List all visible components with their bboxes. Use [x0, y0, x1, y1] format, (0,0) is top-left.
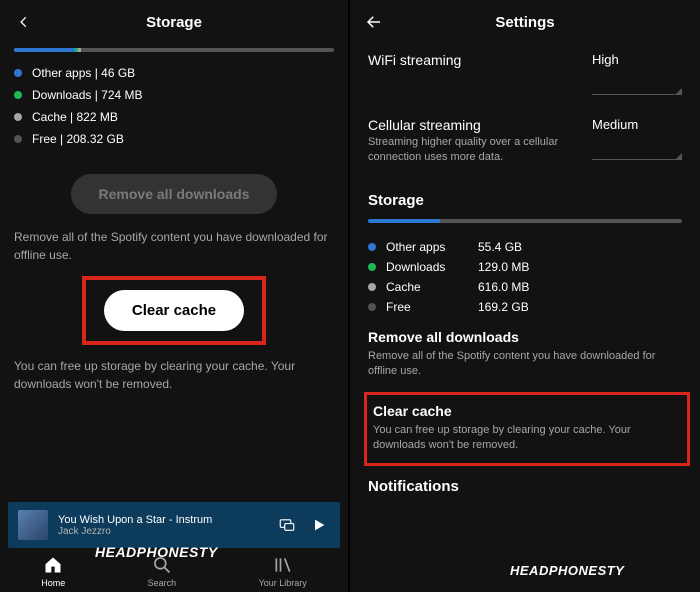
- storage-section-title: Storage: [350, 180, 700, 219]
- home-icon: [42, 554, 64, 576]
- back-button[interactable]: [364, 12, 384, 32]
- storage-bar: [350, 219, 700, 223]
- remove-downloads-row[interactable]: Remove all downloads Remove all of the S…: [350, 317, 700, 388]
- dot-icon: [14, 113, 22, 121]
- now-playing-bar[interactable]: You Wish Upon a Star - Instrum Jack Jezz…: [8, 502, 340, 548]
- legend-free: Free | 208.32 GB: [14, 132, 334, 146]
- now-playing-artist: Jack Jezzro: [58, 526, 266, 537]
- dropdown-icon: [592, 150, 682, 160]
- nav-home[interactable]: Home: [41, 554, 65, 588]
- storage-value: 616.0 MB: [478, 280, 529, 294]
- cast-icon[interactable]: [276, 514, 298, 536]
- dropdown-icon: [592, 85, 682, 95]
- legend-label: Downloads | 724 MB: [32, 88, 143, 102]
- storage-value: 129.0 MB: [478, 260, 529, 274]
- storage-value: 55.4 GB: [478, 240, 522, 254]
- clear-cache-highlight: Clear cache You can free up storage by c…: [364, 392, 690, 467]
- setting-value: Medium: [592, 117, 638, 132]
- legend-label: Free | 208.32 GB: [32, 132, 124, 146]
- legend-downloads: Downloads | 724 MB: [14, 88, 334, 102]
- remove-downloads-desc: Remove all of the Spotify content you ha…: [0, 222, 348, 270]
- notifications-section-title: Notifications: [350, 472, 700, 505]
- dot-icon: [368, 243, 376, 251]
- legend-other-apps: Other apps | 46 GB: [14, 66, 334, 80]
- remove-downloads-button[interactable]: Remove all downloads: [71, 174, 278, 214]
- nav-library[interactable]: Your Library: [259, 554, 307, 588]
- nav-label: Your Library: [259, 578, 307, 588]
- now-playing-title: You Wish Upon a Star - Instrum: [58, 514, 266, 526]
- storage-free: Free 169.2 GB: [350, 297, 700, 317]
- album-art: [18, 510, 48, 540]
- dot-icon: [368, 263, 376, 271]
- dot-icon: [368, 283, 376, 291]
- play-icon[interactable]: [308, 514, 330, 536]
- dot-icon: [368, 303, 376, 311]
- storage-other-apps: Other apps 55.4 GB: [350, 237, 700, 257]
- clear-cache-button[interactable]: Clear cache: [104, 290, 244, 331]
- watermark: HEADPHONESTY: [510, 563, 624, 578]
- row-sub: You can free up storage by clearing your…: [373, 423, 681, 454]
- row-sub: Remove all of the Spotify content you ha…: [368, 349, 682, 380]
- back-button[interactable]: [14, 12, 34, 32]
- watermark: HEADPHONESTY: [95, 544, 218, 560]
- legend-label: Other apps | 46 GB: [32, 66, 135, 80]
- storage-label-text: Cache: [386, 280, 421, 294]
- page-title: Storage: [0, 14, 348, 31]
- storage-label-text: Free: [386, 300, 411, 314]
- setting-value: High: [592, 52, 619, 67]
- wifi-streaming-row[interactable]: WiFi streaming High: [350, 44, 700, 109]
- clear-cache-desc: You can free up storage by clearing your…: [0, 351, 348, 399]
- legend-cache: Cache | 822 MB: [14, 110, 334, 124]
- setting-sub: Streaming higher quality over a cellular…: [368, 135, 580, 166]
- storage-cache: Cache 616.0 MB: [350, 277, 700, 297]
- clear-cache-highlight: Clear cache: [82, 276, 266, 345]
- clear-cache-row[interactable]: Clear cache You can free up storage by c…: [373, 403, 681, 454]
- row-label: Remove all downloads: [368, 329, 682, 345]
- row-label: Clear cache: [373, 403, 681, 419]
- dot-icon: [14, 69, 22, 77]
- storage-label-text: Other apps: [386, 240, 445, 254]
- nav-label: Home: [41, 578, 65, 588]
- storage-value: 169.2 GB: [478, 300, 529, 314]
- nav-label: Search: [148, 578, 177, 588]
- cellular-streaming-row[interactable]: Cellular streaming Streaming higher qual…: [350, 109, 700, 180]
- dot-icon: [14, 91, 22, 99]
- library-icon: [272, 554, 294, 576]
- storage-downloads: Downloads 129.0 MB: [350, 257, 700, 277]
- dot-icon: [14, 135, 22, 143]
- storage-label-text: Downloads: [386, 260, 445, 274]
- setting-label: WiFi streaming: [368, 52, 580, 68]
- legend-label: Cache | 822 MB: [32, 110, 118, 124]
- page-title: Settings: [350, 14, 700, 31]
- setting-label: Cellular streaming: [368, 117, 580, 133]
